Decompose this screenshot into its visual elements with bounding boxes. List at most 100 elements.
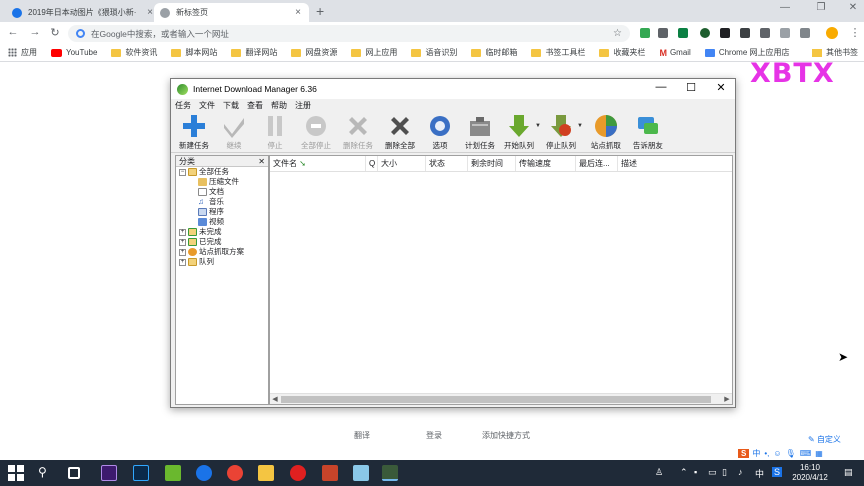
delete-task-button[interactable]: 删除任务 (337, 111, 379, 151)
file-explorer-icon[interactable] (258, 465, 274, 481)
extension-icon[interactable] (800, 28, 810, 38)
chevron-up-icon[interactable]: ⌃ (680, 467, 688, 478)
bookmark-youtube[interactable]: YouTube (51, 48, 97, 57)
horizontal-scrollbar[interactable]: ◀ ▶ (270, 393, 732, 404)
tree-item-music[interactable]: ♫ 音乐 (176, 197, 268, 207)
stop-all-button[interactable]: 全部停止 (295, 111, 337, 151)
tree-item-finished[interactable]: + 已完成 (176, 237, 268, 247)
tab-anime[interactable]: 2019年日本动图片《猥琐小新· × (6, 3, 161, 22)
bookmark-chrome-store[interactable]: Chrome 网上应用店 (704, 47, 790, 58)
stop-button[interactable]: 停止 (255, 111, 295, 151)
expand-icon[interactable]: + (179, 228, 186, 236)
tray-app-icon[interactable]: ▪ (694, 467, 697, 477)
notification-icon[interactable]: ▤ (844, 467, 853, 478)
maximize-icon[interactable]: ❐ (810, 2, 832, 13)
menu-item-view[interactable]: 查看 (247, 100, 263, 111)
column-header-size[interactable]: 大小 (378, 156, 426, 171)
bookmark-folder[interactable]: 收藏夹栏 (599, 47, 645, 58)
person-icon[interactable]: ♙ (655, 467, 663, 478)
idm-taskbar-icon[interactable] (382, 465, 398, 481)
column-header-last-try[interactable]: 最后连... (576, 156, 618, 171)
collapse-icon[interactable]: − (179, 168, 186, 176)
delete-all-button[interactable]: 删除全部 (379, 111, 421, 151)
keyboard-icon[interactable]: ⌨ (800, 449, 812, 458)
menu-item-download[interactable]: 下载 (223, 100, 239, 111)
bookmark-folder[interactable]: 网上应用 (351, 47, 397, 58)
extension-icon[interactable] (740, 28, 750, 38)
new-tab-button[interactable]: + (316, 3, 324, 19)
bookmark-folder[interactable]: 网盘资源 (291, 47, 337, 58)
avatar[interactable] (826, 27, 838, 39)
other-bookmarks[interactable]: 其他书签 (812, 47, 858, 58)
scroll-left-icon[interactable]: ◀ (270, 394, 280, 405)
battery-icon[interactable]: ▯ (722, 467, 727, 478)
minimize-icon[interactable]: — (646, 81, 676, 93)
tree-item-documents[interactable]: 文档 (176, 187, 268, 197)
menu-item-task[interactable]: 任务 (175, 100, 191, 111)
volume-icon[interactable]: ♪ (738, 467, 743, 477)
chevron-down-icon[interactable]: ▼ (577, 123, 583, 129)
bookmark-gmail[interactable]: M Gmail (659, 48, 690, 58)
expand-icon[interactable]: + (179, 248, 186, 256)
reload-icon[interactable]: ↻ (48, 26, 62, 39)
resume-button[interactable]: 继续 (213, 111, 255, 151)
extension-icon[interactable] (700, 28, 710, 38)
emoji-icon[interactable]: ☺ (773, 449, 781, 458)
expand-icon[interactable]: + (179, 258, 186, 266)
column-header-status[interactable]: 状态 (426, 156, 468, 171)
shortcut-translate[interactable]: 翻译 (354, 430, 370, 441)
recorder-icon[interactable] (290, 465, 306, 481)
shortcut-login[interactable]: 登录 (426, 430, 442, 441)
camtasia-icon[interactable] (165, 465, 181, 481)
tree-item-video[interactable]: 视频 (176, 217, 268, 227)
premiere-icon[interactable] (101, 465, 117, 481)
bookmark-folder[interactable]: 翻译网站 (231, 47, 277, 58)
close-panel-icon[interactable]: ✕ (258, 156, 265, 167)
menu-item-help[interactable]: 帮助 (271, 100, 287, 111)
chrome-icon[interactable] (227, 465, 243, 481)
tell-friend-button[interactable]: 告诉朋友 (627, 111, 669, 151)
scheduler-button[interactable]: 计划任务 (459, 111, 501, 151)
close-window-icon[interactable]: ✕ (842, 2, 864, 13)
chevron-down-icon[interactable]: ▼ (535, 123, 541, 129)
extension-icon[interactable] (640, 28, 650, 38)
minimize-icon[interactable]: — (774, 2, 796, 13)
bookmark-apps[interactable]: 应用 (8, 47, 37, 58)
windows-start-icon[interactable] (8, 465, 24, 481)
extension-icon[interactable] (780, 28, 790, 38)
site-grabber-button[interactable]: 站点抓取 (585, 111, 627, 151)
microphone-icon[interactable]: 🎙 (786, 449, 796, 458)
column-header-description[interactable]: 描述 (618, 156, 732, 171)
forward-arrow-icon[interactable]: → (28, 26, 42, 38)
bookmark-star-icon[interactable]: ☆ (613, 28, 622, 39)
maximize-icon[interactable]: ☐ (676, 81, 706, 94)
customize-button[interactable]: ✎ 自定义 (808, 434, 841, 445)
start-queue-button[interactable]: 开始队列 (501, 111, 537, 151)
sogou-tray-icon[interactable]: S (772, 467, 783, 477)
sogou-icon[interactable]: S (738, 449, 750, 458)
extension-icon[interactable] (678, 28, 688, 38)
app-icon[interactable] (353, 465, 369, 481)
column-header-queue[interactable]: Q (366, 156, 378, 171)
back-arrow-icon[interactable]: ← (6, 26, 20, 38)
tree-item-programs[interactable]: 程序 (176, 207, 268, 217)
extension-icon[interactable] (720, 28, 730, 38)
expand-icon[interactable]: + (179, 238, 186, 246)
scroll-right-icon[interactable]: ▶ (722, 394, 732, 405)
search-icon[interactable]: ⚲ (38, 465, 54, 481)
bookmark-folder[interactable]: 软件资讯 (111, 47, 157, 58)
menu-item-register[interactable]: 注册 (295, 100, 311, 111)
options-button[interactable]: 选项 (421, 111, 459, 151)
close-tab-icon[interactable]: × (293, 7, 303, 18)
bookmark-folder[interactable]: 语音识别 (411, 47, 457, 58)
new-task-button[interactable]: 新建任务 (175, 111, 213, 151)
shortcut-add[interactable]: 添加快捷方式 (482, 430, 530, 441)
bookmark-folder[interactable]: 临时邮箱 (471, 47, 517, 58)
omnibox[interactable]: 在Google中搜索，或者输入一个网址 ☆ (68, 25, 630, 42)
extension-icon[interactable] (658, 28, 668, 38)
tree-item-compressed[interactable]: 压缩文件 (176, 177, 268, 187)
system-clock[interactable]: 16:10 2020/4/12 (790, 463, 830, 483)
ime-mode[interactable]: 中 (752, 448, 760, 459)
browser-icon[interactable] (196, 465, 212, 481)
punctuation-icon[interactable]: •, (764, 449, 769, 458)
